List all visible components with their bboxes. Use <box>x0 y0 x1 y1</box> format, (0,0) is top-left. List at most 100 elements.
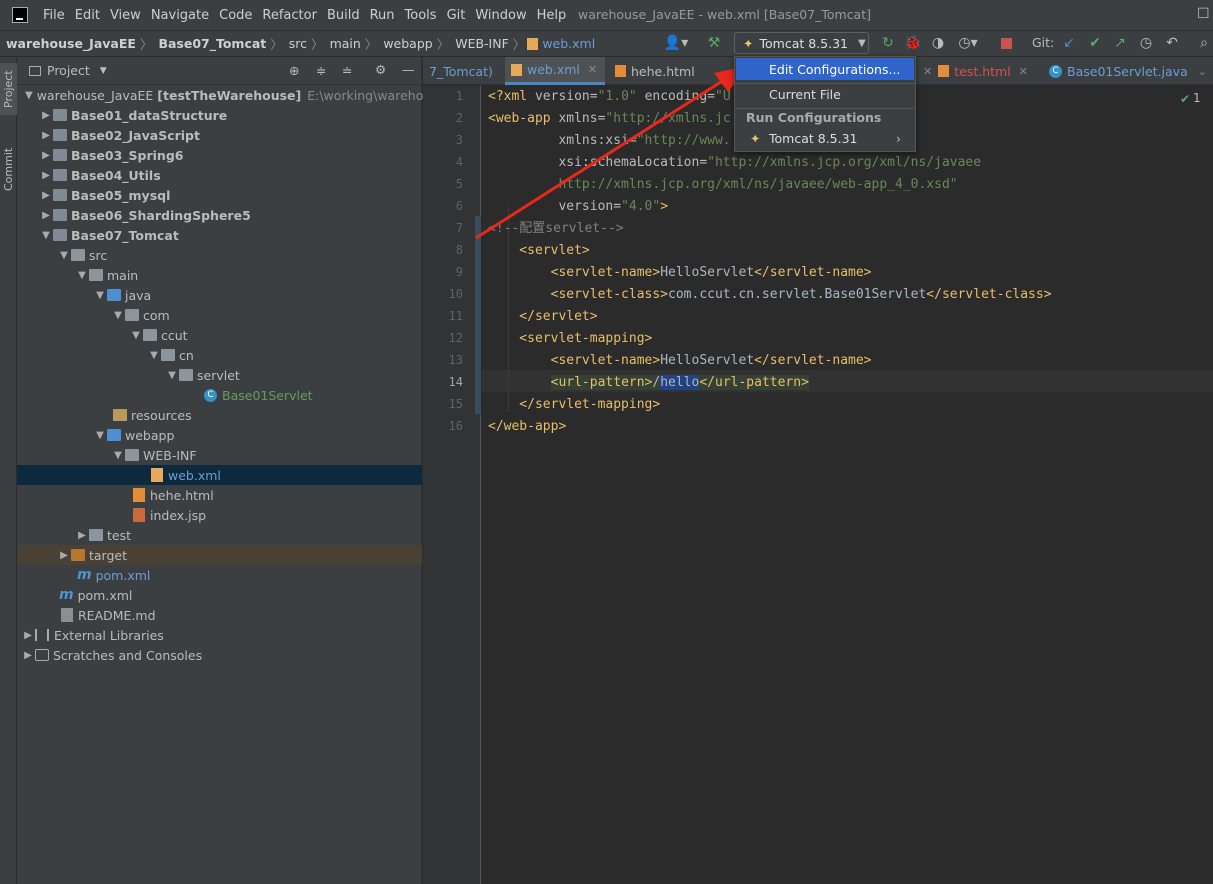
close-icon[interactable]: ✕ <box>923 65 932 78</box>
chevron-right-icon[interactable]: ▶ <box>39 130 53 141</box>
chevron-down-icon[interactable]: ▼ <box>165 370 179 381</box>
hide-icon[interactable]: — <box>402 62 415 77</box>
breadcrumb-src[interactable]: src <box>283 36 307 51</box>
chevron-right-icon[interactable]: ▶ <box>39 170 53 181</box>
debug-bug-icon[interactable]: 🐞 <box>903 33 923 53</box>
project-title[interactable]: Project <box>47 63 90 78</box>
tree-item-base02[interactable]: ▶ Base02_JavaScript <box>17 125 422 145</box>
chevron-down-icon[interactable]: ▼ <box>93 430 107 441</box>
chevron-down-icon[interactable]: ▼ <box>111 310 125 321</box>
close-icon[interactable]: ✕ <box>588 63 597 76</box>
tree-item-src[interactable]: ▼ src <box>17 245 422 265</box>
chevron-down-icon[interactable]: ▼ <box>75 270 89 281</box>
chevron-down-icon[interactable]: ▼ <box>93 290 107 301</box>
tab-test-html[interactable]: ✕ test.html ✕ <box>917 57 1034 85</box>
git-commit-icon[interactable]: ✔ <box>1086 33 1104 53</box>
profiler-icon[interactable]: ◷▾ <box>954 33 982 53</box>
tree-item-base03[interactable]: ▶ Base03_Spring6 <box>17 145 422 165</box>
tab-commit[interactable]: Commit <box>0 139 17 199</box>
tree-item-readme[interactable]: README.md <box>17 605 422 625</box>
gear-icon[interactable]: ⚙ <box>375 62 386 77</box>
tree-item-root-pom[interactable]: m pom.xml <box>17 585 422 605</box>
maximize-icon[interactable]: ☐ <box>1197 6 1210 22</box>
breadcrumb-webapp[interactable]: webapp <box>377 36 432 51</box>
chevron-right-icon[interactable]: ▶ <box>75 530 89 541</box>
tree-item-hehe-html[interactable]: hehe.html <box>17 485 422 505</box>
chevron-right-icon[interactable]: ▶ <box>57 550 71 561</box>
code-editor[interactable]: <?xml version="1.0" encoding="U <web-app… <box>482 86 1213 884</box>
menu-window[interactable]: Window <box>470 8 531 23</box>
chevron-down-icon[interactable]: ▼ <box>39 230 53 241</box>
chevron-right-icon[interactable]: ▶ <box>39 190 53 201</box>
chevron-down-icon[interactable]: ▼ <box>147 350 161 361</box>
stop-icon[interactable] <box>998 33 1014 53</box>
menu-file[interactable]: File <box>38 8 70 23</box>
rerun-icon[interactable]: ↻ <box>878 33 898 53</box>
tab-project[interactable]: Project <box>0 63 17 115</box>
chevron-down-icon[interactable]: ▼ <box>111 450 125 461</box>
menu-refactor[interactable]: Refactor <box>257 8 322 23</box>
tree-item-base07[interactable]: ▼ Base07_Tomcat <box>17 225 422 245</box>
tree-item-web-inf[interactable]: ▼ WEB-INF <box>17 445 422 465</box>
edit-configurations-item[interactable]: Edit Configurations... <box>736 58 914 80</box>
tree-item-external-libraries[interactable]: ▶ External Libraries <box>17 625 422 645</box>
chevron-right-icon[interactable]: ▶ <box>21 630 35 641</box>
menu-view[interactable]: View <box>105 8 146 23</box>
tree-item-base05[interactable]: ▶ Base05_mysql <box>17 185 422 205</box>
tab-tomcat-partial[interactable]: 7_Tomcat) <box>423 57 499 85</box>
chevron-right-icon[interactable]: ▶ <box>21 650 35 661</box>
tree-item-test[interactable]: ▶ test <box>17 525 422 545</box>
menu-help[interactable]: Help <box>532 8 572 23</box>
breadcrumb-module[interactable]: Base07_Tomcat <box>152 36 266 51</box>
tree-item-scratches[interactable]: ▶ Scratches and Consoles <box>17 645 422 665</box>
build-hammer-icon[interactable]: ⚒ <box>704 33 724 53</box>
tree-item-base01servlet[interactable]: C Base01Servlet <box>17 385 422 405</box>
tree-item-base04[interactable]: ▶ Base04_Utils <box>17 165 422 185</box>
chevron-right-icon[interactable]: ▶ <box>39 150 53 161</box>
tree-item-target[interactable]: ▶ target <box>17 545 422 565</box>
chevron-down-icon[interactable]: ⌄ <box>1198 65 1207 78</box>
git-update-icon[interactable]: ↙ <box>1060 33 1078 53</box>
breadcrumb-web-xml[interactable]: web.xml <box>540 36 595 51</box>
menu-build[interactable]: Build <box>322 8 365 23</box>
breadcrumb-main[interactable]: main <box>324 36 361 51</box>
tab-web-xml[interactable]: web.xml ✕ <box>505 57 605 85</box>
collapse-all-icon[interactable]: ≐ <box>342 63 352 78</box>
chevron-down-icon[interactable]: ▼ <box>25 90 33 101</box>
history-icon[interactable]: ◷ <box>1137 33 1155 53</box>
tree-item-index-jsp[interactable]: index.jsp <box>17 505 422 525</box>
chevron-right-icon[interactable]: ▶ <box>39 110 53 121</box>
menu-run[interactable]: Run <box>365 8 400 23</box>
rollback-icon[interactable]: ↶ <box>1163 33 1181 53</box>
breadcrumb-web-inf[interactable]: WEB-INF <box>449 36 509 51</box>
tree-item-web-xml[interactable]: web.xml <box>17 465 422 485</box>
chevron-down-icon[interactable]: ▼ <box>129 330 143 341</box>
tree-item-ccut[interactable]: ▼ ccut <box>17 325 422 345</box>
tree-item-module-pom[interactable]: m pom.xml <box>17 565 422 585</box>
breadcrumb-project[interactable]: warehouse_JavaEE <box>0 36 136 51</box>
user-icon[interactable]: 👤▾ <box>663 33 689 53</box>
tab-base01servlet-java[interactable]: C Base01Servlet.java ⌄ <box>1043 57 1213 85</box>
run-configuration-selector[interactable]: ✦ Tomcat 8.5.31 ▼ <box>734 32 869 54</box>
tree-item-root[interactable]: ▼ warehouse_JavaEE [testTheWarehouse] E:… <box>17 85 438 105</box>
chevron-down-icon[interactable]: ▼ <box>100 66 107 76</box>
locate-icon[interactable]: ⊕ <box>289 63 299 78</box>
tree-item-java[interactable]: ▼ java <box>17 285 422 305</box>
current-file-item[interactable]: Current File <box>736 83 914 105</box>
git-push-icon[interactable]: ↗ <box>1111 33 1129 53</box>
menu-navigate[interactable]: Navigate <box>146 8 214 23</box>
menu-tools[interactable]: Tools <box>400 8 442 23</box>
menu-code[interactable]: Code <box>214 8 257 23</box>
inspection-ok-icon[interactable]: ✔ <box>1180 92 1190 106</box>
tree-item-servlet[interactable]: ▼ servlet <box>17 365 422 385</box>
coverage-icon[interactable]: ◑ <box>928 33 948 53</box>
tree-item-com[interactable]: ▼ com <box>17 305 422 325</box>
search-icon[interactable]: ⌕ <box>1195 33 1213 53</box>
chevron-down-icon[interactable]: ▼ <box>57 250 71 261</box>
tree-item-base01[interactable]: ▶ Base01_dataStructure <box>17 105 422 125</box>
tomcat-config-item[interactable]: ✦ Tomcat 8.5.31 › <box>736 127 914 149</box>
tab-hehe-html[interactable]: hehe.html <box>609 57 701 85</box>
expand-all-icon[interactable]: ≑ <box>316 63 326 78</box>
tree-item-base06[interactable]: ▶ Base06_ShardingSphere5 <box>17 205 422 225</box>
menu-edit[interactable]: Edit <box>70 8 105 23</box>
